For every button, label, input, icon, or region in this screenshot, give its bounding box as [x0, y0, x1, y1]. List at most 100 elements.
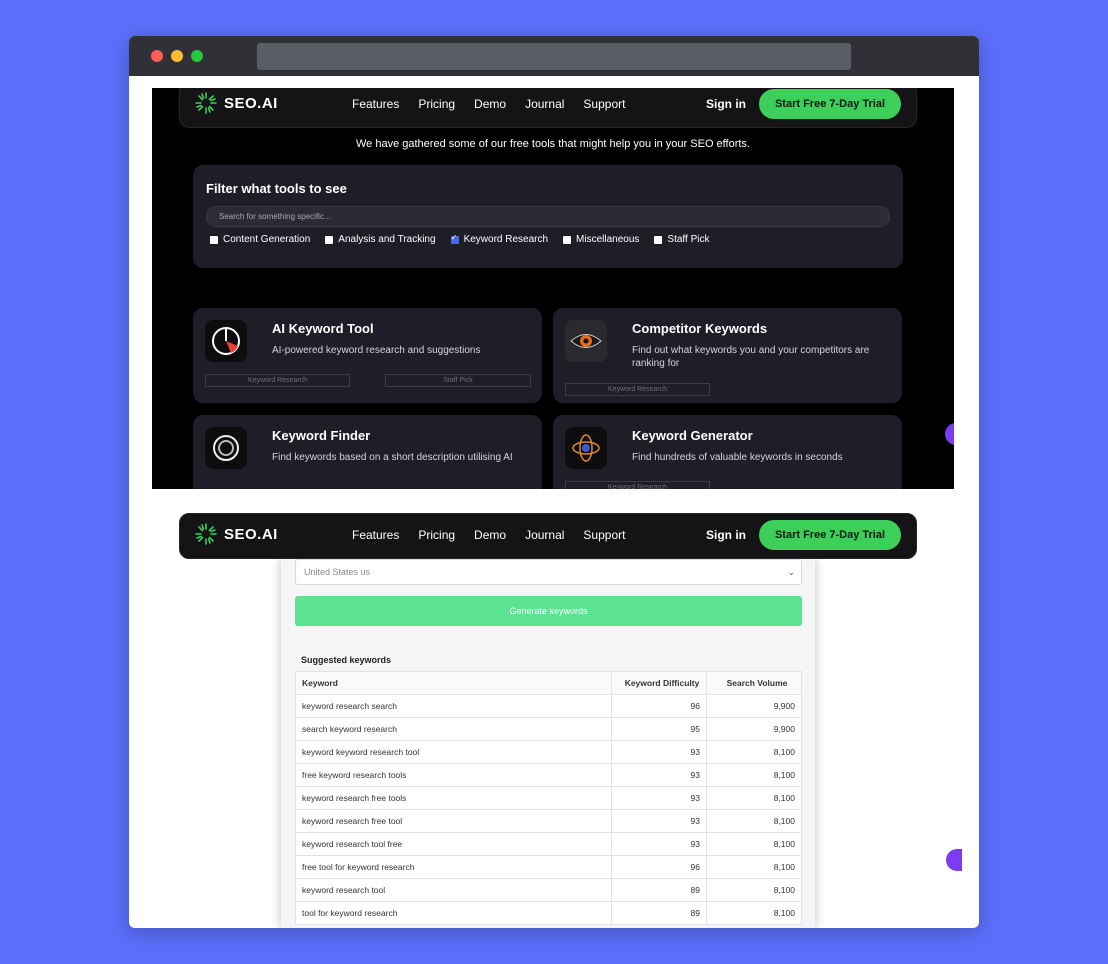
difficulty-cell: 96 — [611, 855, 707, 879]
tools-page-screenshot: SEO.AI Features Pricing Demo Journal Sup… — [152, 88, 954, 489]
title-bar — [129, 36, 979, 76]
tool-card-competitor-keywords[interactable]: Competitor Keywords Find out what keywor… — [553, 308, 902, 403]
table-row: keyword research free tools 93 8,100 — [295, 786, 802, 810]
tool-description: Find out what keywords you and your comp… — [632, 345, 870, 369]
nav-features[interactable]: Features — [352, 97, 399, 111]
eye-icon — [565, 320, 607, 362]
brand-name: SEO.AI — [224, 94, 278, 112]
checkbox[interactable] — [325, 235, 334, 244]
table-row: free keyword research tools 93 8,100 — [295, 763, 802, 787]
filter-analysis-tracking[interactable]: Analysis and Tracking — [325, 234, 436, 245]
close-window-button[interactable] — [151, 50, 163, 62]
volume-cell: 8,100 — [706, 878, 802, 902]
sticky-site-navbar: SEO.AI Features Pricing Demo Journal Sup… — [179, 513, 917, 559]
gauge-icon — [205, 320, 247, 362]
column-header-difficulty[interactable]: Keyword Difficulty — [611, 671, 707, 695]
table-row: keyword research search 96 9,900 — [295, 694, 802, 718]
tool-description: AI-powered keyword research and suggesti… — [272, 345, 481, 356]
filter-keyword-research[interactable]: Keyword Research — [450, 233, 549, 245]
tool-title: Competitor Keywords — [632, 321, 768, 336]
nav-journal[interactable]: Journal — [525, 97, 564, 111]
nav-demo[interactable]: Demo — [474, 97, 506, 111]
volume-cell: 8,100 — [706, 786, 802, 810]
nav-support[interactable]: Support — [583, 528, 625, 542]
chat-launcher-icon[interactable] — [946, 849, 962, 871]
nav-features[interactable]: Features — [352, 528, 399, 542]
filter-label: Miscellaneous — [576, 234, 640, 245]
nav-pricing[interactable]: Pricing — [418, 97, 455, 111]
address-bar[interactable] — [257, 43, 851, 70]
difficulty-cell: 93 — [611, 809, 707, 833]
tool-card-keyword-generator[interactable]: Keyword Generator Find hundreds of valua… — [553, 415, 902, 489]
filter-checkboxes: Content Generation Analysis and Tracking… — [210, 233, 709, 245]
suggested-keywords-table: Suggested keywords Keyword Keyword Diffi… — [295, 648, 802, 925]
volume-cell: 8,100 — [706, 809, 802, 833]
tool-tag[interactable]: Staff Pick — [385, 374, 531, 387]
nav-pricing[interactable]: Pricing — [418, 528, 455, 542]
volume-cell: 8,100 — [706, 832, 802, 856]
tool-tag[interactable]: Keyword Research — [565, 383, 710, 396]
filter-content-generation[interactable]: Content Generation — [210, 234, 310, 245]
volume-cell: 8,100 — [706, 740, 802, 764]
generate-keywords-button[interactable]: Generate keywords — [295, 596, 802, 626]
sign-in-link[interactable]: Sign in — [706, 97, 746, 111]
nav-demo[interactable]: Demo — [474, 528, 506, 542]
keyword-cell: tool for keyword research — [295, 901, 612, 925]
sign-in-link[interactable]: Sign in — [706, 528, 746, 542]
checkbox-checked[interactable] — [450, 233, 459, 244]
table-row: keyword keyword research tool 93 8,100 — [295, 740, 802, 764]
nav-links: Features Pricing Demo Journal Support — [352, 528, 625, 542]
keyword-cell: keyword research tool free — [295, 832, 612, 856]
filter-staff-pick[interactable]: Staff Pick — [654, 234, 709, 245]
column-header-keyword[interactable]: Keyword — [295, 671, 612, 695]
tool-title: AI Keyword Tool — [272, 321, 374, 336]
difficulty-cell: 95 — [611, 717, 707, 741]
table-row: tool for keyword research 89 8,100 — [295, 901, 802, 925]
minimize-window-button[interactable] — [171, 50, 183, 62]
volume-cell: 9,900 — [706, 694, 802, 718]
maximize-window-button[interactable] — [191, 50, 203, 62]
column-header-volume[interactable]: Search Volume — [706, 671, 802, 695]
tool-card-ai-keyword-tool[interactable]: AI Keyword Tool AI-powered keyword resea… — [193, 308, 542, 403]
country-select[interactable]: United States us ⌄ — [295, 559, 802, 585]
nav-journal[interactable]: Journal — [525, 528, 564, 542]
chat-launcher-icon[interactable] — [945, 423, 954, 445]
difficulty-cell: 89 — [611, 901, 707, 925]
keyword-cell: keyword research free tool — [295, 809, 612, 833]
keyword-cell: free tool for keyword research — [295, 855, 612, 879]
volume-cell: 8,100 — [706, 901, 802, 925]
brand-logo[interactable]: SEO.AI — [194, 91, 278, 115]
keyword-cell: free keyword research tools — [295, 763, 612, 787]
tool-search-input[interactable]: Search for something specific... — [206, 206, 890, 227]
filter-miscellaneous[interactable]: Miscellaneous — [563, 234, 639, 245]
checkbox[interactable] — [654, 235, 663, 244]
filter-label: Analysis and Tracking — [338, 234, 436, 245]
table-row: keyword research tool 89 8,100 — [295, 878, 802, 902]
site-navbar: SEO.AI Features Pricing Demo Journal Sup… — [179, 88, 917, 128]
difficulty-cell: 93 — [611, 740, 707, 764]
tool-card-keyword-finder[interactable]: Keyword Finder Find keywords based on a … — [193, 415, 542, 489]
checkbox[interactable] — [563, 235, 572, 244]
filter-label: Keyword Research — [463, 234, 549, 245]
checkbox[interactable] — [210, 235, 218, 244]
keyword-cell: keyword research tool — [295, 878, 612, 902]
brand-name: SEO.AI — [224, 525, 278, 543]
keyword-cell: keyword research free tools — [295, 786, 612, 810]
difficulty-cell: 93 — [611, 763, 707, 787]
volume-cell: 8,100 — [706, 855, 802, 879]
country-value: United States us — [304, 567, 371, 577]
table-row: free tool for keyword research 96 8,100 — [295, 855, 802, 879]
table-row: keyword research tool free 93 8,100 — [295, 832, 802, 856]
start-trial-button[interactable]: Start Free 7-Day Trial — [759, 89, 901, 119]
start-trial-button[interactable]: Start Free 7-Day Trial — [759, 520, 901, 550]
filter-label: Content Generation — [223, 234, 311, 245]
tool-title: Keyword Generator — [632, 428, 753, 443]
tool-tag[interactable]: Keyword Research — [205, 374, 350, 387]
brand-logo[interactable]: SEO.AI — [194, 522, 278, 546]
difficulty-cell: 89 — [611, 878, 707, 902]
difficulty-cell: 96 — [611, 694, 707, 718]
filter-panel: Filter what tools to see Search for some… — [193, 165, 903, 268]
nav-support[interactable]: Support — [583, 97, 625, 111]
seo-ai-sunburst-icon — [195, 523, 217, 545]
tool-tag[interactable]: Keyword Research — [565, 481, 710, 489]
